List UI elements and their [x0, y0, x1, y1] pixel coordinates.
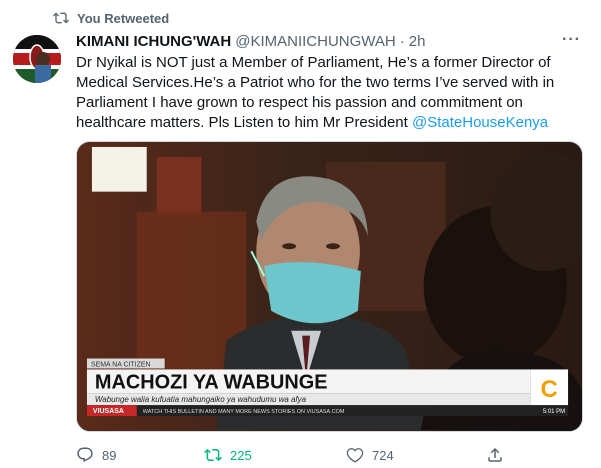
reply-icon	[77, 447, 93, 463]
retweet-icon	[53, 12, 69, 24]
retweet-button[interactable]: 225	[204, 446, 252, 464]
ticker-label: VIUSASA	[93, 408, 124, 415]
reply-button[interactable]: 89	[76, 446, 116, 464]
more-options-icon[interactable]: ···	[562, 31, 581, 49]
like-button[interactable]: 724	[346, 446, 394, 464]
mention-link[interactable]: @StateHouseKenya	[412, 114, 548, 131]
share-icon	[488, 447, 502, 462]
retweet-banner-label: You Retweeted	[77, 10, 170, 26]
channel-logo: C	[541, 376, 558, 403]
heart-icon	[346, 448, 364, 463]
like-count: 724	[372, 447, 394, 463]
avatar[interactable]	[13, 35, 61, 83]
ticker-text: WATCH THIS BULLETIN AND MANY MORE NEWS S…	[143, 409, 345, 415]
reply-count: 89	[102, 447, 117, 463]
author-name[interactable]: KIMANI ICHUNG'WAH	[76, 33, 231, 50]
video-headline: MACHOZI YA WABUNGE	[95, 371, 328, 393]
tweet-text: Dr Nyikal is NOT just a Member of Parlia…	[76, 53, 591, 133]
tweet-video[interactable]: SEMA NA CITIZEN MACHOZI YA WABUNGE C Wab…	[76, 141, 583, 432]
action-bar: 89 225 724	[76, 446, 506, 466]
video-clock: 5:01 PM	[543, 409, 565, 415]
tweet-header: KIMANI ICHUNG'WAH @KIMANIICHUNGWAH · 2h …	[76, 31, 581, 50]
share-button[interactable]	[486, 446, 504, 464]
banner-tag: SEMA NA CITIZEN	[91, 361, 151, 368]
retweet-icon	[204, 448, 222, 462]
retweet-count: 225	[230, 447, 252, 463]
author-handle[interactable]: @KIMANIICHUNGWAH	[235, 33, 396, 50]
tweet-timestamp[interactable]: 2h	[409, 33, 426, 50]
video-subheadline: Wabunge walia kufuatia mahungaiko ya wah…	[95, 395, 307, 404]
separator-dot: ·	[399, 33, 405, 50]
retweet-banner: You Retweeted	[53, 10, 169, 26]
